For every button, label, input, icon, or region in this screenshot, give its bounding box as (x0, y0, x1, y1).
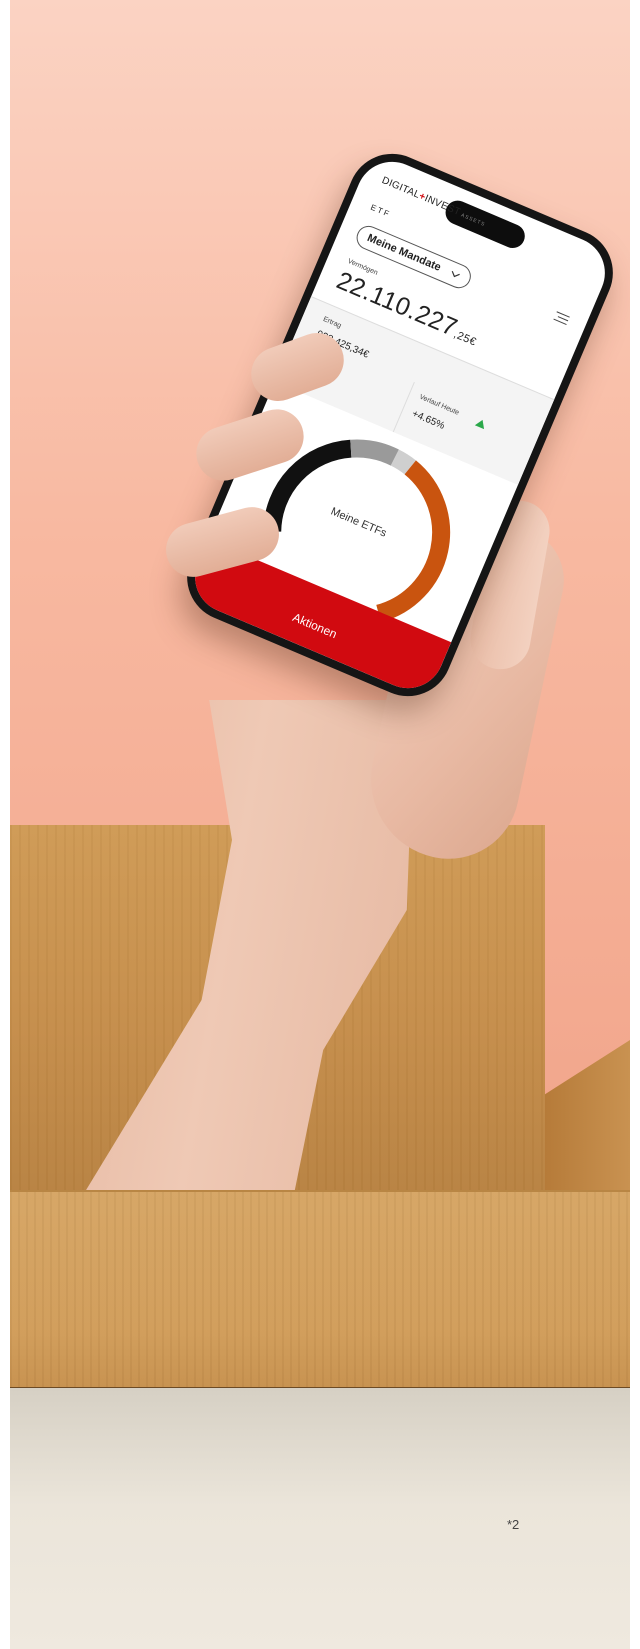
app-logo-right: INVEST (422, 193, 463, 219)
today-change-value: +4.65% (410, 408, 447, 432)
donut-segment-light-gray (390, 449, 416, 475)
floor (10, 1388, 630, 1649)
trend-up-icon (474, 417, 488, 430)
hamburger-menu-icon[interactable] (553, 311, 570, 326)
assets-value-cents: ,25€ (451, 328, 479, 349)
app-logo-left: DIGITAL (380, 175, 422, 201)
section-label: ETF (369, 202, 393, 220)
donut-segment-gray (350, 439, 399, 466)
footnote-marker: *2 (507, 1517, 520, 1532)
cardboard-box-front (10, 1190, 630, 1390)
chevron-down-icon (451, 270, 460, 278)
return-label: Ertrag (321, 315, 343, 330)
app-logo: DIGITAL+INVESTASSETS (380, 175, 487, 229)
photo-frame: DIGITAL+INVESTASSETS ETF Meine Mandate V… (10, 0, 630, 1649)
mandate-dropdown-value: Meine Mandate (365, 231, 443, 274)
